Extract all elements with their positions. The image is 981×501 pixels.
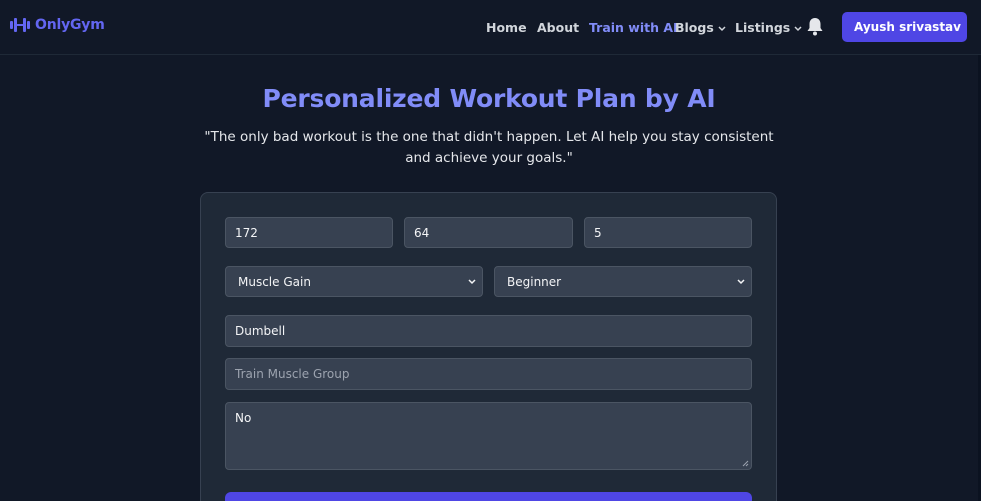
level-select[interactable]: Beginner: [494, 266, 752, 297]
chevron-down-icon: [737, 279, 745, 285]
resize-handle-icon[interactable]: [742, 460, 749, 467]
user-name: Ayush srivastav: [854, 20, 961, 34]
motivational-quote: "The only bad workout is the one that di…: [204, 129, 774, 166]
level-select-value: Beginner: [507, 274, 562, 289]
nav-train-ai-link[interactable]: Train with AI: [589, 20, 678, 35]
navbar: OnlyGym Home About Train with AI Blogs L…: [0, 0, 981, 55]
goal-select-value: Muscle Gain: [238, 274, 311, 289]
nav-blogs-label: Blogs: [675, 20, 714, 35]
nav-about-link[interactable]: About: [537, 20, 579, 35]
brand-logo[interactable]: OnlyGym: [10, 17, 105, 33]
height-input[interactable]: 172: [225, 217, 393, 248]
nav-blogs-dropdown[interactable]: Blogs: [675, 20, 726, 35]
equipment-input[interactable]: Dumbell: [225, 315, 752, 347]
days-input-value: 5: [594, 225, 602, 240]
dumbbell-icon: [10, 18, 30, 32]
days-input[interactable]: 5: [584, 217, 752, 248]
nav-listings-label: Listings: [735, 20, 791, 35]
muscle-group-placeholder: Train Muscle Group: [235, 367, 350, 381]
chevron-down-icon: [718, 25, 726, 31]
nav-home-link[interactable]: Home: [486, 20, 527, 35]
brand-name: OnlyGym: [35, 17, 105, 33]
user-menu-button[interactable]: Ayush srivastav: [842, 12, 967, 42]
bell-icon[interactable]: [806, 17, 824, 36]
generate-plan-button[interactable]: [225, 492, 752, 501]
notes-textarea[interactable]: No: [225, 402, 752, 470]
notes-textarea-value: No: [235, 411, 252, 425]
chevron-down-icon: [794, 25, 802, 31]
weight-input[interactable]: 64: [404, 217, 573, 248]
page-title: Personalized Workout Plan by AI: [262, 84, 716, 113]
equipment-input-value: Dumbell: [235, 324, 286, 338]
muscle-group-input[interactable]: Train Muscle Group: [225, 358, 752, 390]
height-input-value: 172: [235, 225, 258, 240]
goal-select[interactable]: Muscle Gain: [225, 266, 483, 297]
nav-listings-dropdown[interactable]: Listings: [735, 20, 802, 35]
weight-input-value: 64: [414, 225, 430, 240]
chevron-down-icon: [468, 279, 476, 285]
